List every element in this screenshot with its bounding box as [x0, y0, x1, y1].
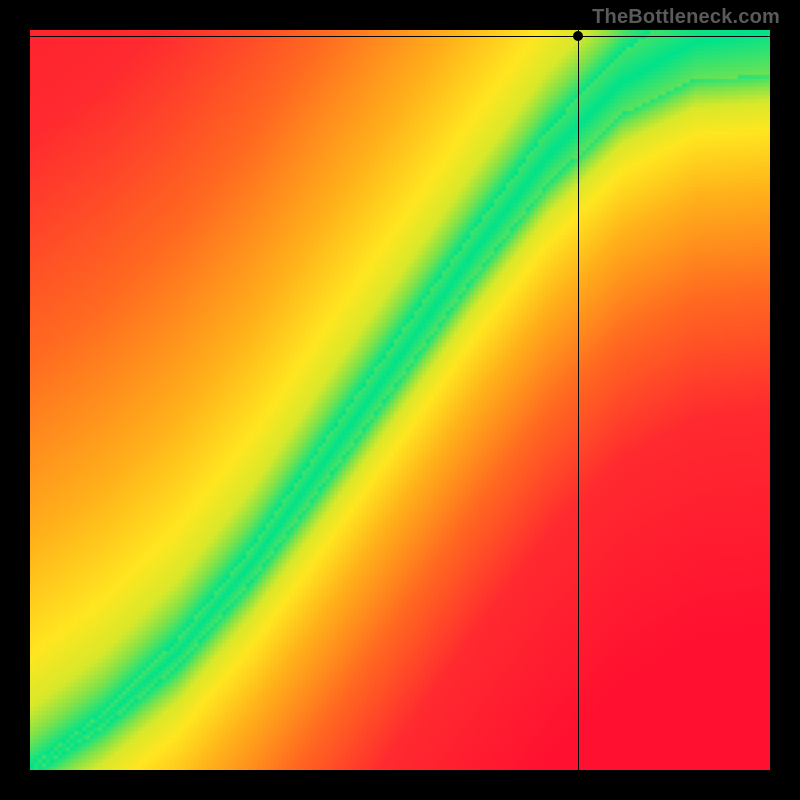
crosshair-horizontal [30, 36, 770, 37]
heatmap-canvas [30, 30, 770, 770]
plot-area [30, 30, 770, 770]
crosshair-vertical [578, 30, 579, 770]
chart-container: TheBottleneck.com [0, 0, 800, 800]
selection-marker[interactable] [573, 31, 583, 41]
watermark-text: TheBottleneck.com [592, 6, 780, 29]
